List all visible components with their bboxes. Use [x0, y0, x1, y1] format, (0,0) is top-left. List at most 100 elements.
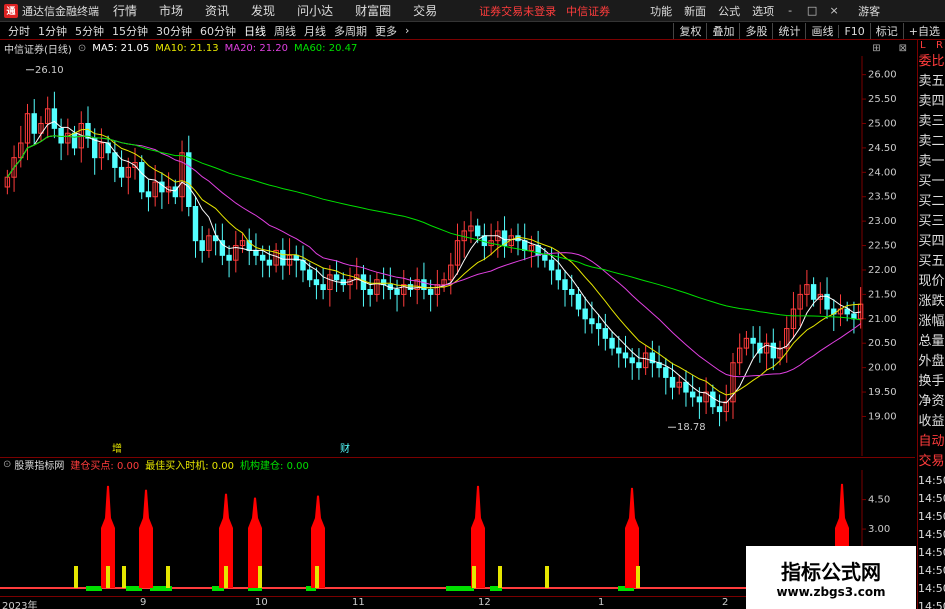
side-buy5[interactable]: 买五	[918, 252, 945, 272]
candle-body	[555, 269, 561, 281]
y-tick-label: 21.50	[868, 289, 897, 300]
side-trade[interactable]: 交易	[918, 452, 945, 472]
close-button[interactable]: ×	[828, 4, 840, 17]
watermark: 指标公式网 www.zbgs3.com	[746, 546, 916, 609]
close-panel-icon[interactable]: ⊠	[899, 43, 907, 54]
tool-biaoji[interactable]: 标记	[869, 23, 903, 39]
indicator-info-line: ⊙ 股票指标网 建仓买点: 0.00 最佳买入时机: 0.00 机构建仓: 0.…	[0, 457, 915, 472]
tool-zixuan[interactable]: +自选	[902, 23, 945, 39]
ma5-value: MA5: 21.05	[92, 42, 150, 54]
tool-group: 复权 叠加 多股 统计 画线 F10 标记 +自选	[673, 22, 945, 40]
menu-xinmian[interactable]: 新面	[684, 3, 706, 19]
guest-label[interactable]: 游客	[858, 3, 880, 19]
tool-diejia[interactable]: 叠加	[706, 23, 739, 39]
watermark-title: 指标公式网	[781, 560, 881, 584]
yellow-bar	[74, 566, 78, 588]
period-1min[interactable]: 1分钟	[38, 23, 67, 39]
side-weibi: 委比	[918, 54, 945, 69]
menu-gongneng[interactable]: 功能	[650, 3, 672, 19]
yellow-bar	[224, 566, 228, 588]
candle-body	[851, 313, 857, 320]
menu-shichang[interactable]: 市场	[159, 2, 183, 19]
y-tick-label: 20.00	[868, 363, 897, 374]
side-eps: 收益	[918, 414, 945, 429]
side-buy3[interactable]: 买三	[918, 212, 945, 232]
login-status[interactable]: 证券交易未登录	[479, 3, 556, 19]
period-15min[interactable]: 15分钟	[112, 23, 148, 39]
candle-body	[602, 328, 609, 339]
candle-body	[616, 347, 622, 354]
side-sell3[interactable]: 卖三	[918, 112, 945, 132]
side-buy4[interactable]: 买四	[918, 232, 945, 252]
period-5min[interactable]: 5分钟	[75, 23, 104, 39]
y-tick-label: 25.50	[868, 94, 897, 105]
period-30min[interactable]: 30分钟	[156, 23, 192, 39]
high-label: 26.10	[35, 65, 64, 76]
candle-body	[192, 205, 199, 242]
candle-body	[683, 381, 689, 393]
period-60min[interactable]: 60分钟	[200, 23, 236, 39]
tool-duogu[interactable]: 多股	[739, 23, 772, 39]
side-sell5[interactable]: 卖五	[918, 72, 945, 92]
menu-bar: 通 通达信金融终端 行情 市场 资讯 发现 问小达 财富圈 交易 证券交易未登录…	[0, 0, 945, 22]
app-title: 通达信金融终端	[22, 4, 99, 18]
minimize-button[interactable]: -	[784, 4, 796, 17]
period-fenshi[interactable]: 分时	[8, 23, 30, 39]
candle-body	[595, 323, 602, 330]
settings-icon[interactable]: ⊙	[78, 43, 86, 54]
candle-body	[31, 113, 37, 134]
yellow-bar	[315, 566, 319, 588]
menu-xuanxiang[interactable]: 选项	[752, 3, 774, 19]
side-time: 14:50	[918, 582, 945, 595]
side-buy2[interactable]: 买二	[918, 192, 945, 212]
yellow-bar	[472, 566, 476, 588]
x-label: 2	[722, 597, 729, 608]
candle-body	[139, 162, 145, 193]
period-weekly[interactable]: 周线	[274, 23, 296, 39]
expand-icon[interactable]: ⊞	[872, 43, 880, 54]
candle-body	[609, 337, 615, 349]
y-tick-label: 21.00	[868, 314, 897, 325]
event-marker: 财	[340, 442, 350, 455]
menu-wenxiaoda[interactable]: 问小达	[297, 2, 333, 19]
settings-icon[interactable]: ⊙	[3, 459, 11, 470]
broker-name[interactable]: 中信证券	[566, 3, 610, 19]
yellow-bar	[545, 566, 549, 588]
y-tick-label: 23.50	[868, 192, 897, 203]
tool-huaxian[interactable]: 画线	[805, 23, 838, 39]
stock-name[interactable]: 中信证券(日线)	[4, 41, 72, 56]
side-buy1[interactable]: 买一	[918, 172, 945, 192]
menu-gongshi[interactable]: 公式	[718, 3, 740, 19]
menu-caifuquan[interactable]: 财富圈	[355, 2, 391, 19]
period-daily[interactable]: 日线	[244, 23, 266, 39]
menu-hangqing[interactable]: 行情	[113, 2, 137, 19]
period-monthly[interactable]: 月线	[304, 23, 326, 39]
side-netasset: 净资	[918, 394, 945, 409]
sidebar-right-toggle[interactable]: R	[936, 40, 943, 52]
side-auto[interactable]: 自动	[918, 432, 945, 452]
side-sell2[interactable]: 卖二	[918, 132, 945, 152]
side-sell4[interactable]: 卖四	[918, 92, 945, 112]
sidebar-left-toggle[interactable]: L	[920, 40, 926, 52]
menu-zixun[interactable]: 资讯	[205, 2, 229, 19]
candle-body	[320, 284, 326, 291]
tool-fuquan[interactable]: 复权	[673, 23, 706, 39]
tool-tongji[interactable]: 统计	[772, 23, 805, 39]
candle-body	[266, 259, 273, 266]
period-more[interactable]: 更多	[375, 23, 397, 39]
x-label: 2023年	[2, 601, 38, 609]
candle-body	[51, 108, 58, 129]
candle-body	[118, 166, 125, 178]
yellow-bar	[166, 566, 170, 588]
candle-body	[622, 352, 629, 359]
period-multi[interactable]: 多周期	[334, 23, 367, 39]
candle-body	[636, 362, 642, 369]
menu-faxian[interactable]: 发现	[251, 2, 275, 19]
maximize-button[interactable]: □	[806, 4, 818, 17]
tool-f10[interactable]: F10	[838, 24, 869, 38]
chevron-right-icon[interactable]: ›	[405, 24, 409, 37]
side-sell1[interactable]: 卖一	[918, 152, 945, 172]
candlestick-chart[interactable]: 26.00 25.50 25.00 24.50 24.00 23.50 23.00 22.50…	[0, 56, 915, 456]
side-time: 14:50	[918, 564, 945, 577]
menu-jiaoyi[interactable]: 交易	[413, 2, 437, 19]
